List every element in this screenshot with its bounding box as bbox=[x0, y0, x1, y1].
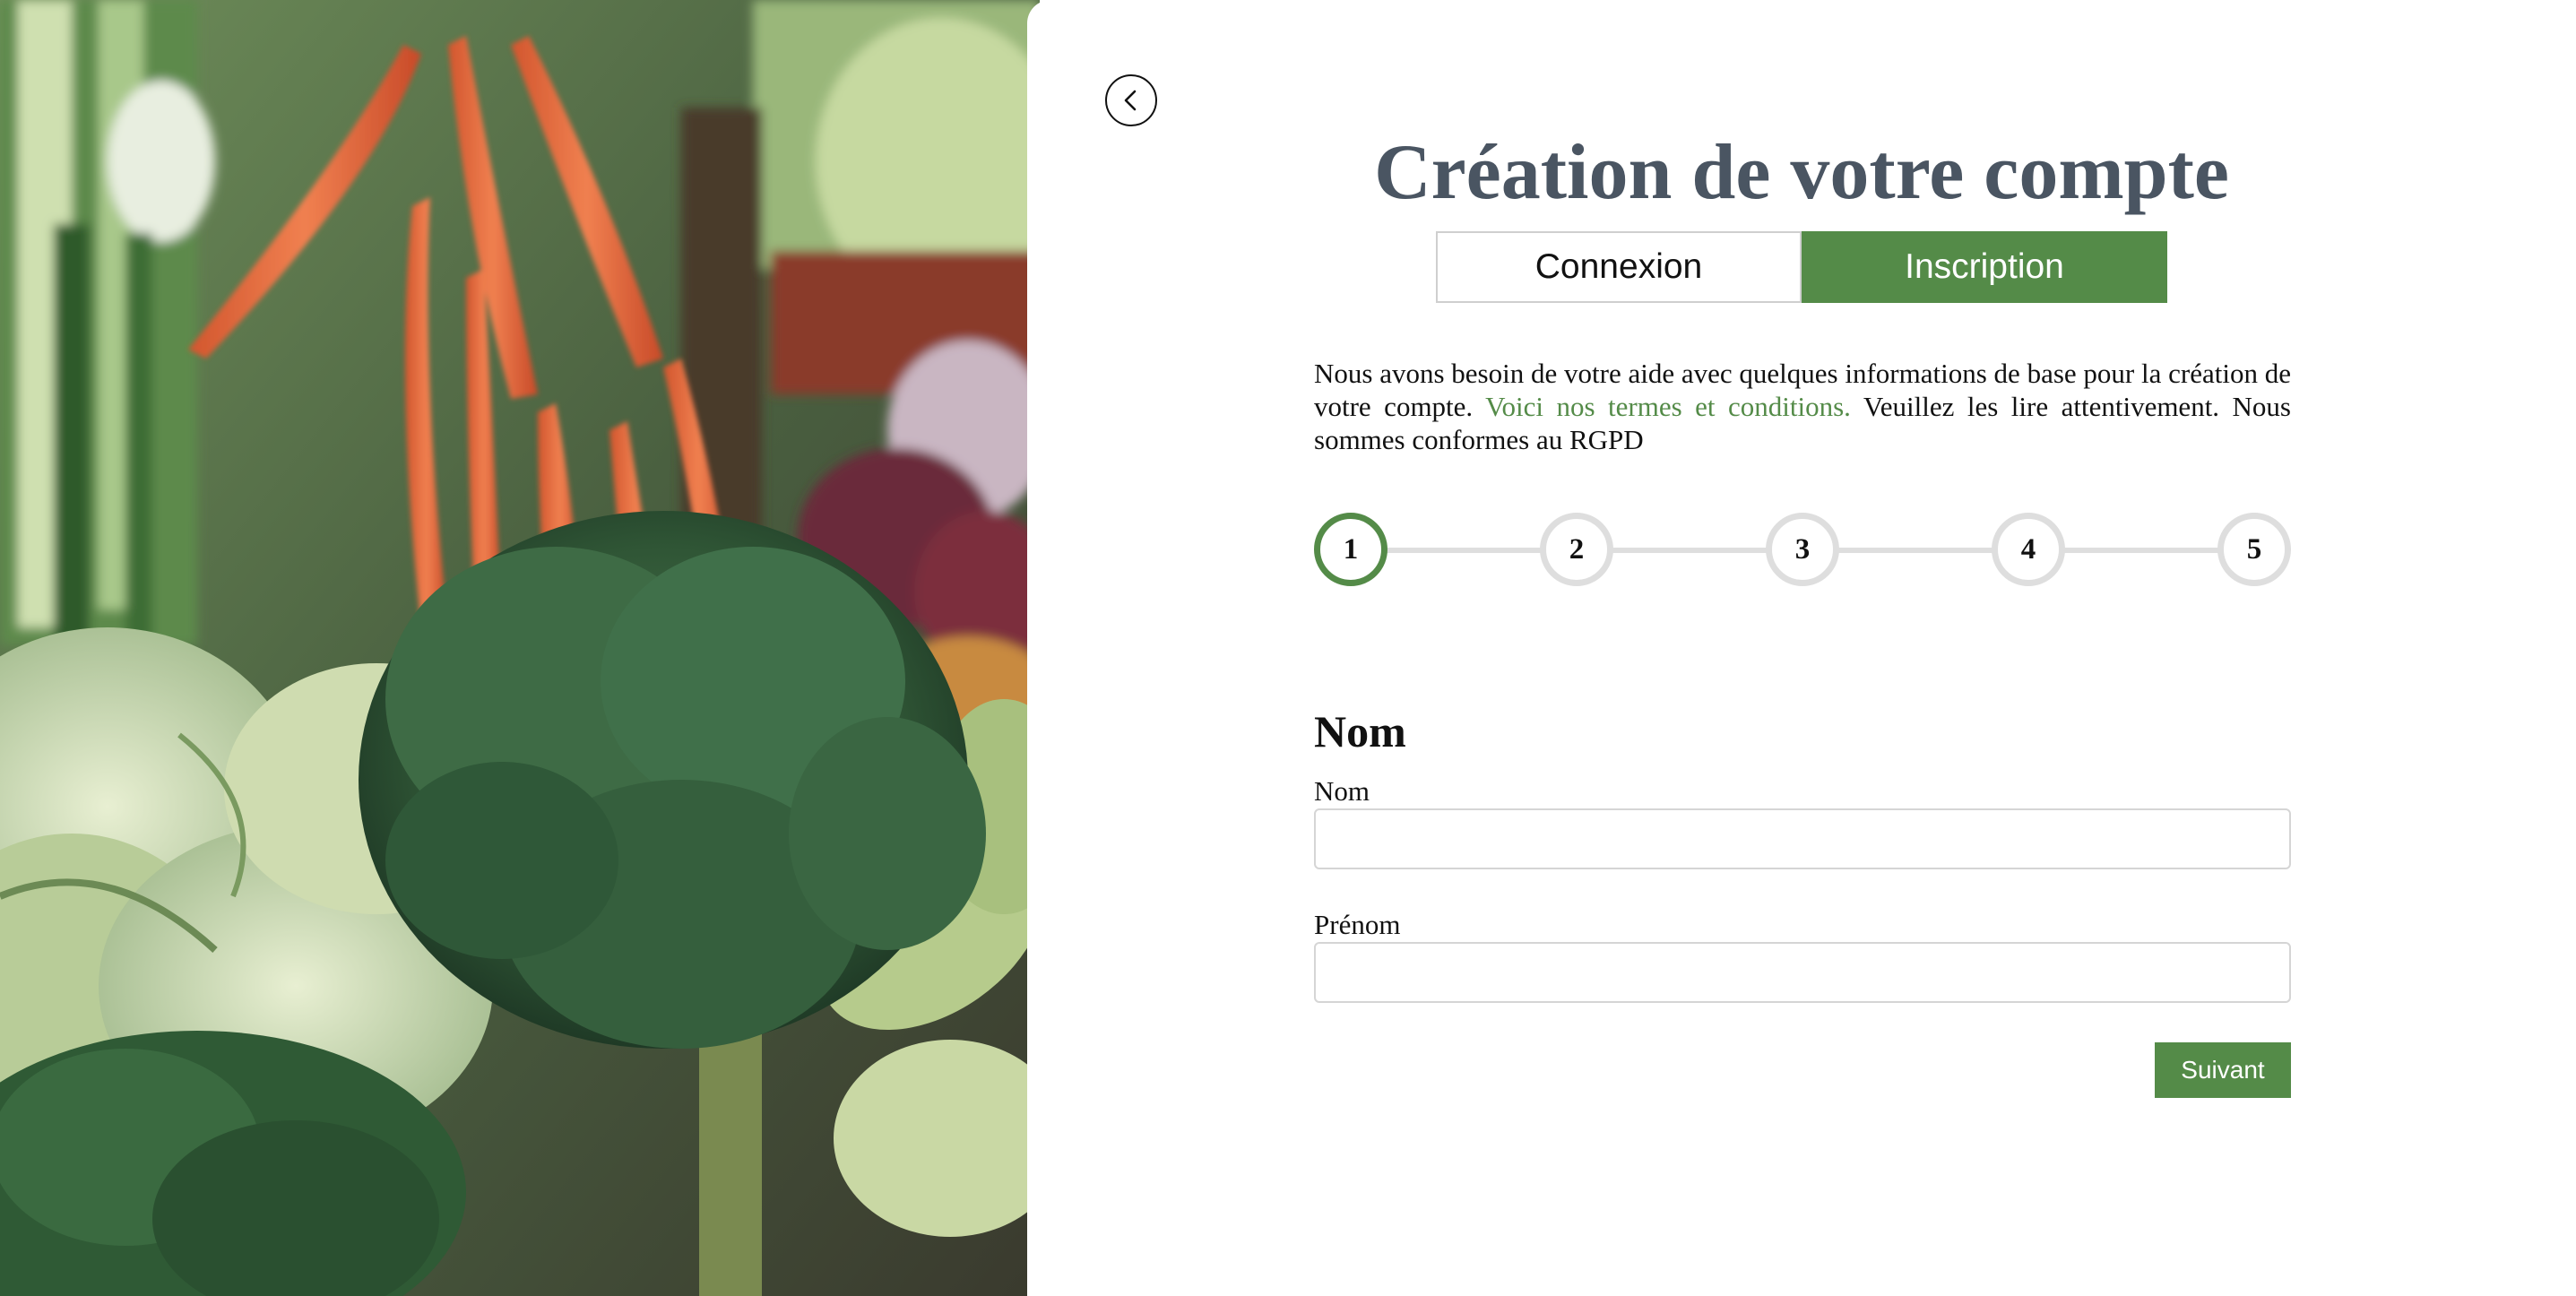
hero-image bbox=[0, 0, 1040, 1296]
step-5: 5 bbox=[2217, 513, 2291, 586]
tab-inscription[interactable]: Inscription bbox=[1802, 231, 2167, 303]
vegetables-photo bbox=[0, 0, 1040, 1296]
next-button[interactable]: Suivant bbox=[2155, 1042, 2291, 1098]
page-title: Création de votre compte bbox=[1374, 129, 2229, 216]
auth-tabs: Connexion Inscription bbox=[1436, 231, 2167, 303]
back-button[interactable] bbox=[1105, 74, 1157, 126]
tab-connexion[interactable]: Connexion bbox=[1436, 231, 1802, 303]
step-2: 2 bbox=[1540, 513, 1613, 586]
terms-link[interactable]: Voici nos termes et conditions. bbox=[1485, 391, 1851, 422]
intro-text: Nous avons besoin de votre aide avec que… bbox=[1314, 357, 2291, 456]
chevron-left-icon bbox=[1124, 90, 1137, 111]
step-1: 1 bbox=[1314, 513, 1387, 586]
prenom-label: Prénom bbox=[1314, 909, 1401, 940]
progress-stepper: 1 2 3 4 5 bbox=[1314, 513, 2291, 586]
step-4: 4 bbox=[1992, 513, 2065, 586]
section-title: Nom bbox=[1314, 706, 1406, 756]
nom-label: Nom bbox=[1314, 775, 1370, 807]
step-3: 3 bbox=[1766, 513, 1839, 586]
nom-input[interactable] bbox=[1314, 808, 2291, 869]
prenom-input[interactable] bbox=[1314, 942, 2291, 1003]
